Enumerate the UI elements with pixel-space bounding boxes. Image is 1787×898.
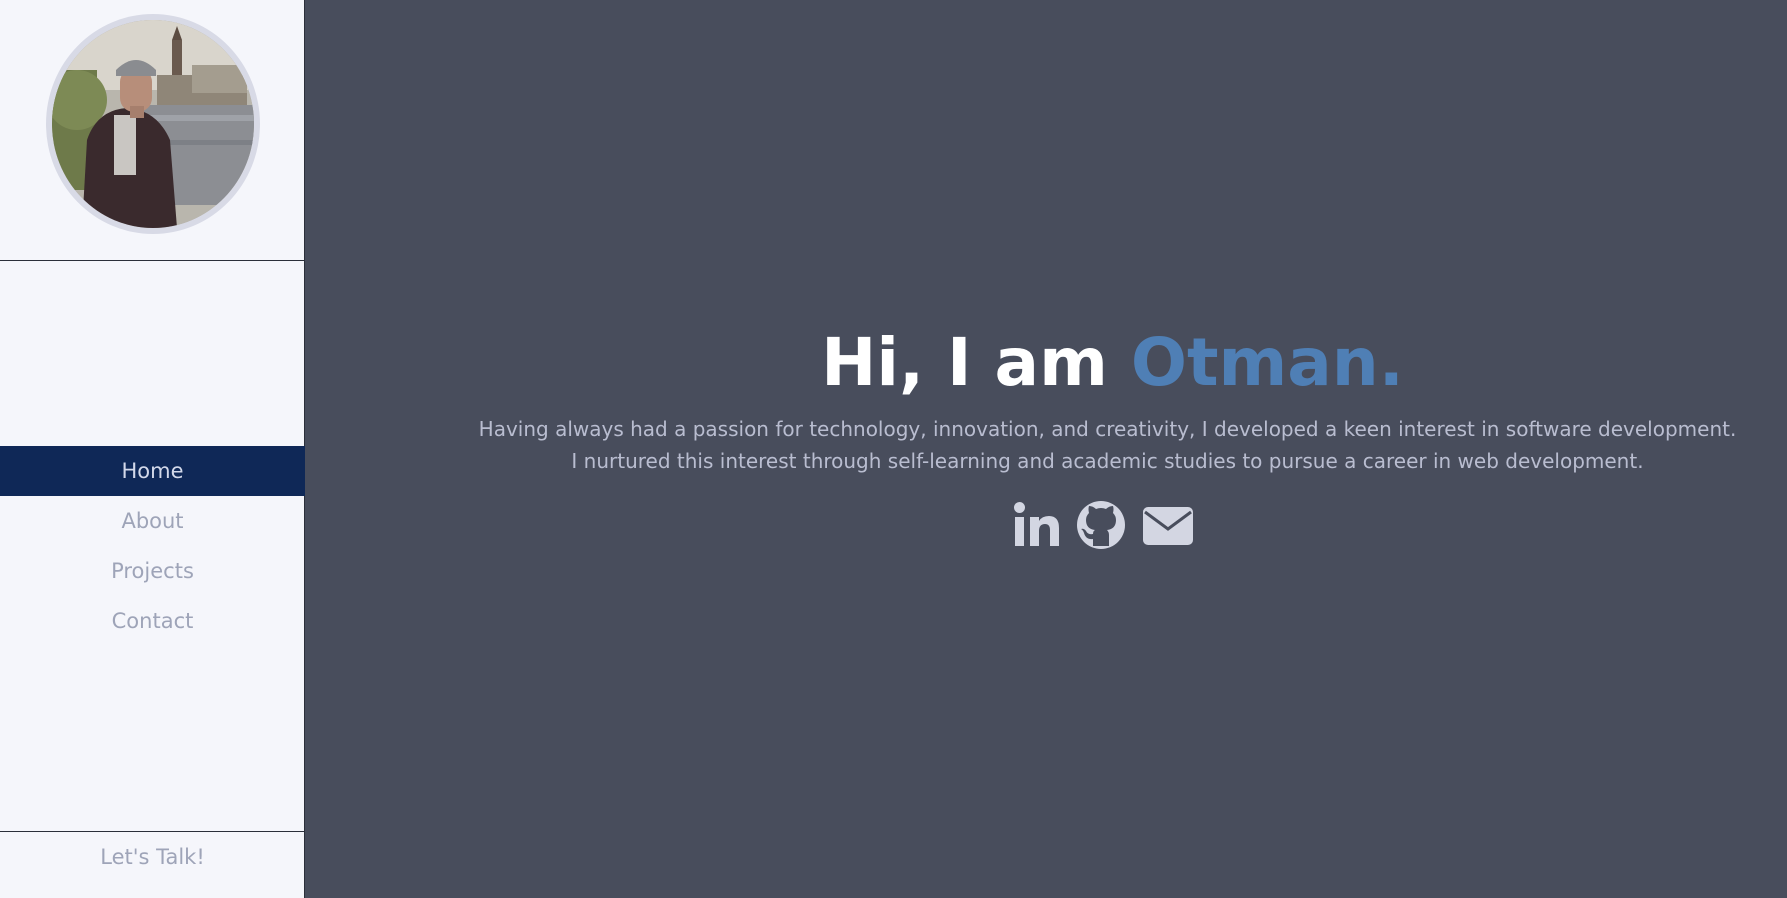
- avatar: [52, 20, 254, 228]
- linkedin-link[interactable]: [1012, 500, 1060, 550]
- hero-headline: Hi, I am Otman.: [305, 323, 1787, 403]
- github-icon: [1076, 500, 1126, 550]
- page: Home About Projects Contact Let's Talk! …: [0, 0, 1787, 898]
- hero-intro: Having always had a passion for technolo…: [478, 417, 1737, 473]
- nav-item-projects[interactable]: Projects: [0, 546, 305, 596]
- hero-greeting: Hi, I am: [821, 324, 1131, 401]
- hero-section: Hi, I am Otman. Having always had a pass…: [305, 0, 1787, 898]
- sidebar-nav: Home About Projects Contact: [0, 446, 305, 646]
- email-link[interactable]: [1142, 500, 1194, 550]
- social-links: [305, 500, 1787, 556]
- avatar-photo: [52, 20, 254, 228]
- linkedin-icon: [1012, 500, 1060, 550]
- nav-item-home[interactable]: Home: [0, 446, 305, 496]
- lets-talk-link[interactable]: Let's Talk!: [0, 845, 305, 869]
- sidebar-divider-top: [0, 260, 305, 261]
- email-icon: [1142, 500, 1194, 550]
- github-link[interactable]: [1076, 500, 1126, 550]
- nav-item-about[interactable]: About: [0, 496, 305, 546]
- avatar-frame: [46, 14, 260, 234]
- nav-item-contact[interactable]: Contact: [0, 596, 305, 646]
- sidebar-divider-bottom: [0, 831, 305, 832]
- hero-name: Otman.: [1130, 324, 1404, 401]
- sidebar: Home About Projects Contact Let's Talk!: [0, 0, 305, 898]
